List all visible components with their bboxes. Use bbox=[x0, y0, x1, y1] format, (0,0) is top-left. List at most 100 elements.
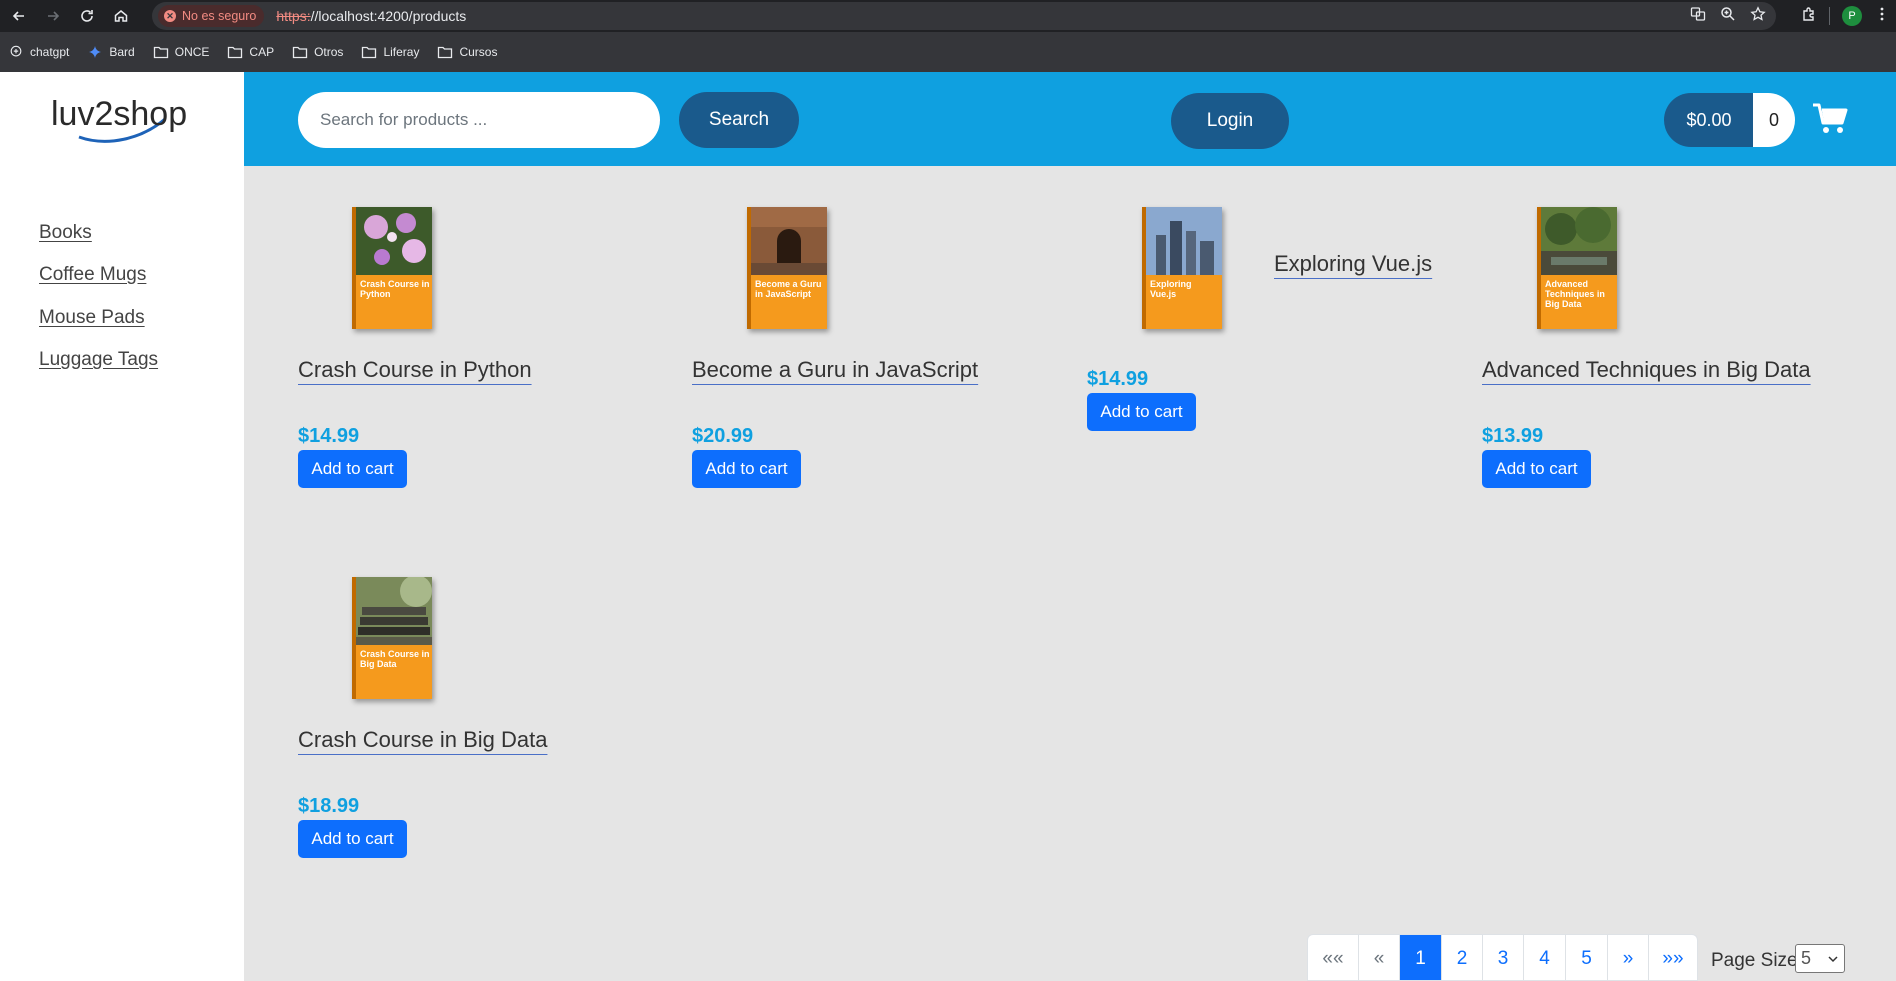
page-last[interactable]: »» bbox=[1649, 935, 1697, 980]
bookmark-folder-liferay[interactable]: Liferay bbox=[361, 45, 419, 59]
cover-title: Advanced Techniques in Big Data bbox=[1545, 279, 1605, 309]
reload-icon[interactable] bbox=[72, 1, 102, 31]
page-next[interactable]: » bbox=[1608, 935, 1649, 980]
search-button[interactable]: Search bbox=[679, 92, 799, 148]
page-4[interactable]: 4 bbox=[1524, 935, 1566, 980]
search-input[interactable] bbox=[298, 92, 660, 148]
url-path: //localhost:4200/products bbox=[310, 8, 467, 24]
cart-count[interactable]: 0 bbox=[1753, 93, 1795, 147]
bookmarks-bar: chatgpt Bard ONCE CAP Otros Liferay Curs… bbox=[0, 32, 1896, 72]
page-first[interactable]: «« bbox=[1308, 935, 1359, 980]
product-image[interactable]: Become a Guru in JavaScript bbox=[747, 207, 827, 329]
cover-title: Crash Course in Python bbox=[360, 279, 430, 299]
cart-total[interactable]: $0.00 bbox=[1664, 93, 1754, 147]
add-to-cart-button[interactable]: Add to cart bbox=[1087, 393, 1196, 431]
security-label: No es seguro bbox=[182, 9, 257, 23]
browser-toolbar: ✕ No es seguro https://localhost:4200/pr… bbox=[0, 0, 1896, 32]
profile-avatar[interactable]: P bbox=[1842, 6, 1862, 26]
login-button[interactable]: Login bbox=[1171, 93, 1289, 149]
product-image[interactable]: Advanced Techniques in Big Data bbox=[1537, 207, 1617, 329]
add-to-cart-button[interactable]: Add to cart bbox=[298, 820, 407, 858]
cover-photo bbox=[356, 207, 432, 275]
bookmark-folder-otros[interactable]: Otros bbox=[292, 45, 343, 59]
product-grid: Crash Course in Python Crash Course in P… bbox=[244, 166, 1896, 981]
add-to-cart-button[interactable]: Add to cart bbox=[1482, 450, 1591, 488]
logo-text: luv2shop bbox=[51, 95, 187, 133]
zoom-icon[interactable] bbox=[1720, 6, 1736, 27]
product-name[interactable]: Advanced Techniques in Big Data bbox=[1482, 357, 1811, 383]
product-price: $14.99 bbox=[298, 425, 360, 447]
product-image[interactable]: Crash Course in Python bbox=[352, 207, 432, 329]
folder-icon bbox=[292, 46, 308, 59]
url-scheme: https: bbox=[276, 8, 311, 24]
menu-icon[interactable] bbox=[1874, 6, 1890, 27]
extensions-icon[interactable] bbox=[1801, 6, 1817, 27]
address-bar[interactable]: ✕ No es seguro https://localhost:4200/pr… bbox=[152, 2, 1776, 30]
bookmark-folder-cap[interactable]: CAP bbox=[227, 45, 274, 59]
product-image[interactable]: Exploring Vue.js bbox=[1142, 207, 1222, 329]
folder-icon bbox=[438, 46, 453, 59]
product-price: $13.99 bbox=[1482, 425, 1544, 447]
cart-icon[interactable] bbox=[1812, 102, 1848, 136]
bookmark-label: Liferay bbox=[383, 45, 420, 59]
folder-icon bbox=[153, 46, 168, 59]
product-price: $14.99 bbox=[1087, 368, 1149, 390]
bookmark-chatgpt[interactable]: chatgpt bbox=[8, 45, 69, 59]
sidebar-item-coffee-mugs[interactable]: Coffee Mugs bbox=[39, 264, 146, 286]
bookmark-label: CAP bbox=[249, 45, 275, 59]
book-spine bbox=[1537, 207, 1541, 329]
product-image[interactable]: Crash Course in Big Data bbox=[352, 577, 432, 699]
logo[interactable]: luv2shop bbox=[0, 72, 244, 166]
home-icon[interactable] bbox=[106, 1, 136, 31]
sidebar-item-luggage-tags[interactable]: Luggage Tags bbox=[39, 349, 158, 371]
product-name[interactable]: Crash Course in Big Data bbox=[298, 727, 547, 753]
translate-icon[interactable] bbox=[1690, 6, 1706, 27]
bard-icon bbox=[89, 45, 102, 59]
cover-photo bbox=[751, 207, 827, 275]
product-name[interactable]: Crash Course in Python bbox=[298, 357, 532, 383]
product-price: $18.99 bbox=[298, 795, 360, 817]
app-header: Search Login $0.00 0 bbox=[244, 72, 1896, 166]
product-price: $20.99 bbox=[692, 425, 754, 447]
page-2[interactable]: 2 bbox=[1442, 935, 1483, 980]
bookmark-label: Cursos bbox=[459, 45, 498, 59]
page-prev[interactable]: « bbox=[1359, 935, 1400, 980]
cover-title: Crash Course in Big Data bbox=[360, 649, 430, 669]
back-icon[interactable] bbox=[4, 1, 34, 31]
page-5[interactable]: 5 bbox=[1566, 935, 1608, 980]
sidebar-item-books[interactable]: Books bbox=[39, 222, 92, 244]
security-chip[interactable]: ✕ No es seguro bbox=[158, 5, 265, 27]
page-1[interactable]: 1 bbox=[1400, 935, 1442, 980]
cover-photo bbox=[356, 577, 432, 645]
bookmark-label: Bard bbox=[109, 45, 135, 59]
url-text[interactable]: https://localhost:4200/products bbox=[276, 8, 466, 24]
sidebar-item-mouse-pads[interactable]: Mouse Pads bbox=[39, 307, 145, 329]
book-spine bbox=[352, 207, 356, 329]
folder-icon bbox=[228, 46, 243, 59]
bookmark-label: ONCE bbox=[174, 45, 210, 59]
forward-icon[interactable] bbox=[38, 1, 68, 31]
cover-title: Exploring Vue.js bbox=[1150, 279, 1192, 299]
pagination: «« « 1 2 3 4 5 » »» bbox=[1307, 934, 1698, 981]
book-spine bbox=[352, 577, 356, 699]
folder-icon bbox=[362, 46, 377, 59]
book-spine bbox=[1142, 207, 1146, 329]
product-name[interactable]: Exploring Vue.js bbox=[1274, 251, 1432, 277]
bookmark-folder-cursos[interactable]: Cursos bbox=[437, 45, 497, 59]
page-size-select[interactable]: 5 bbox=[1795, 944, 1845, 973]
add-to-cart-button[interactable]: Add to cart bbox=[298, 450, 407, 488]
page-size-label: Page Size bbox=[1711, 950, 1798, 971]
cover-photo bbox=[1541, 207, 1617, 275]
chatgpt-icon bbox=[10, 45, 22, 57]
warning-icon: ✕ bbox=[164, 10, 176, 22]
chevron-down-icon bbox=[1828, 956, 1838, 963]
product-name[interactable]: Become a Guru in JavaScript bbox=[692, 357, 978, 383]
bookmark-bard[interactable]: Bard bbox=[87, 45, 135, 59]
category-sidebar: Books Coffee Mugs Mouse Pads Luggage Tag… bbox=[0, 166, 244, 981]
page-3[interactable]: 3 bbox=[1483, 935, 1524, 980]
bookmark-label: Otros bbox=[314, 45, 344, 59]
star-icon[interactable] bbox=[1750, 5, 1766, 27]
add-to-cart-button[interactable]: Add to cart bbox=[692, 450, 801, 488]
bookmark-folder-once[interactable]: ONCE bbox=[153, 45, 210, 59]
book-spine bbox=[747, 207, 751, 329]
